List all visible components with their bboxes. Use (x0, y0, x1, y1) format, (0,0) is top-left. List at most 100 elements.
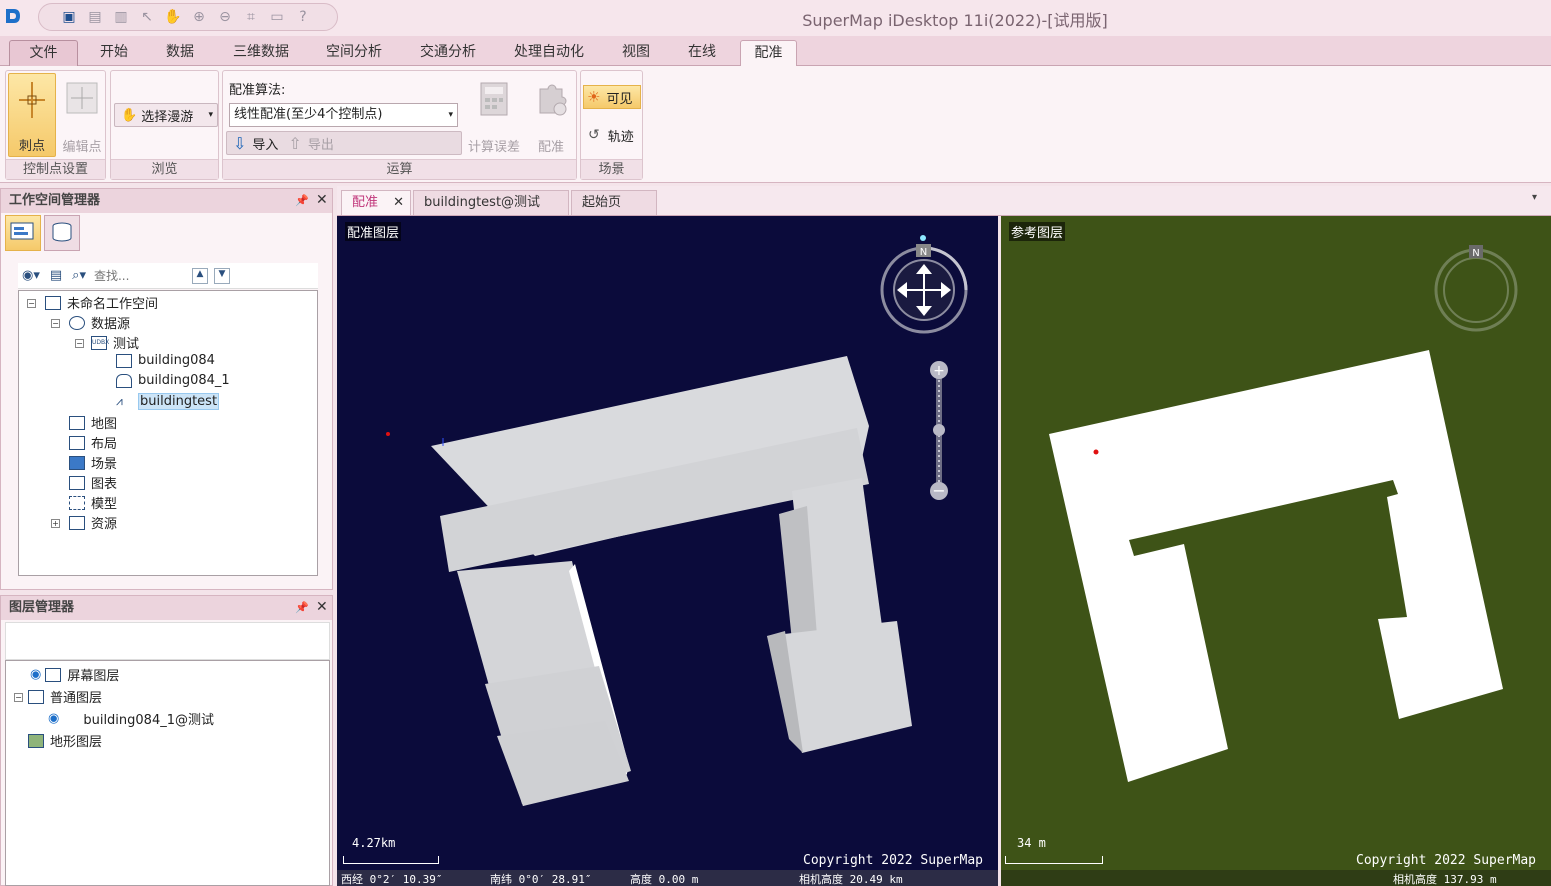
navigation-compass-icon[interactable]: N (877, 234, 977, 334)
tab-registration[interactable]: 配准 (740, 40, 797, 67)
tree-node-maps[interactable]: 地图 (69, 413, 117, 432)
eye-icon[interactable]: ◉ (30, 667, 41, 682)
tree-node-layouts[interactable]: 布局 (69, 433, 117, 452)
chevron-down-icon: ▾ (208, 110, 213, 120)
search-input[interactable] (93, 268, 184, 283)
tree-node-models[interactable]: 模型 (69, 493, 117, 512)
layer-node-building[interactable]: ◉ building084_1@测试 (48, 709, 214, 728)
close-icon[interactable]: ✕ (316, 599, 328, 615)
tab-automation[interactable]: 处理自动化 (502, 40, 596, 66)
full-extent-icon[interactable]: ⌗ (241, 7, 261, 27)
import-button[interactable]: 导入 (252, 134, 278, 153)
open-folder-icon[interactable]: ▭ (267, 7, 287, 27)
tree-node-dataset[interactable]: building084 (116, 353, 215, 368)
eye-icon[interactable]: ◉ (48, 711, 59, 726)
prick-point-button[interactable]: 刺点 (8, 73, 56, 157)
tree-node-datasources[interactable]: 数据源 (69, 313, 130, 332)
expand-resources[interactable]: + (51, 519, 60, 528)
pan-hand-icon[interactable]: ✋ (163, 7, 183, 27)
layer-panel-title: 图层管理器 (1, 596, 332, 620)
reference-scene-view[interactable]: 参考图层 N 34 m Copyright 2022 SuperMap 相机高度… (1001, 216, 1551, 886)
scale-bar (343, 856, 439, 864)
copyright-text: Copyright 2022 SuperMap (1356, 853, 1537, 868)
track-button[interactable]: ↺ 轨迹 (583, 123, 641, 147)
move-down-icon[interactable]: ▼ (213, 267, 230, 284)
zoom-out-icon[interactable]: ⊖ (215, 7, 235, 27)
doc-tab-start-page[interactable]: 起始页 (571, 190, 657, 215)
eye-dropdown-icon[interactable]: ◉▾ (22, 268, 40, 283)
navigation-compass-icon[interactable]: N (1431, 244, 1521, 334)
zoom-slider[interactable]: + − (927, 358, 951, 504)
status-camera-height: 相机高度 137.93 m (1393, 873, 1497, 886)
layer-manager-panel: 图层管理器 📌 ✕ ◉ 屏幕图层 − 普通图层 ◉ building084_1@测试… (0, 595, 333, 886)
collapse-datasources[interactable]: − (51, 319, 60, 328)
move-up-icon[interactable]: ▲ (191, 267, 208, 284)
select-pan-dropdown[interactable]: ✋ 选择漫游 ▾ (114, 103, 218, 127)
save-icon[interactable]: ▣ (59, 7, 79, 27)
workspace-tree: − 未命名工作空间 − 数据源 − UDBX 测试 building084 bui… (18, 290, 318, 576)
resource-view-button[interactable] (44, 215, 80, 251)
doc-tab-registration[interactable]: 配准 ✕ (341, 190, 411, 215)
tab-list-dropdown-icon[interactable]: ▾ (1532, 192, 1537, 203)
edit-point-icon (66, 82, 98, 114)
layer-node-normal[interactable]: 普通图层 (28, 687, 102, 706)
layer-tree: ◉ 屏幕图层 − 普通图层 ◉ building084_1@测试 地形图层 (5, 660, 330, 886)
tree-node-resources[interactable]: 资源 (69, 513, 117, 532)
close-tab-icon[interactable]: ✕ (393, 191, 404, 215)
tree-node-workspace[interactable]: 未命名工作空间 (45, 293, 158, 312)
close-workspace-icon[interactable]: ▥ (111, 7, 131, 27)
ribbon-tab-bar: 文件 开始 数据 三维数据 空间分析 交通分析 处理自动化 视图 在线 配准 (0, 36, 1551, 67)
close-icon[interactable]: ✕ (316, 192, 328, 208)
import-icon[interactable]: ⇩ (233, 134, 246, 153)
scale-text: 34 m (1017, 836, 1046, 850)
pin-icon[interactable]: 📌 (295, 601, 309, 614)
search-icon[interactable]: ⌕▾ (72, 268, 86, 283)
export-icon[interactable]: ⇧ (288, 134, 301, 153)
tree-node-datasource-test[interactable]: UDBX 测试 (91, 333, 139, 352)
visible-toggle[interactable]: ☀ 可见 (583, 85, 641, 109)
export-button[interactable]: 导出 (308, 134, 334, 153)
workspace-view-button[interactable] (5, 215, 41, 251)
workspace-toolbar: ◉▾ ▤ ⌕▾ ▲ ▼ (18, 263, 318, 289)
collapse-normal-layers[interactable]: − (14, 693, 23, 702)
layer-node-terrain[interactable]: 地形图层 (28, 731, 102, 750)
register-button[interactable]: 配准 (527, 73, 575, 157)
app-logo-icon (6, 9, 20, 23)
tree-node-dataset[interactable]: building084_1 (116, 373, 230, 388)
quick-access-toolbar: ▣ ▤ ▥ ↖ ✋ ⊕ ⊖ ⌗ ▭ ? (38, 3, 338, 31)
status-camera-height: 相机高度 20.49 km (799, 873, 903, 886)
help-icon[interactable]: ? (293, 7, 313, 27)
tree-node-charts[interactable]: 图表 (69, 473, 117, 492)
collapse-datasource[interactable]: − (75, 339, 84, 348)
tree-node-dataset-selected[interactable]: ⩘ buildingtest (116, 393, 220, 410)
document-tab-bar: 配准 ✕ buildingtest@测试 起始页 ▾ (337, 186, 1551, 216)
doc-icon[interactable]: ▤ (50, 268, 62, 283)
select-arrow-icon[interactable]: ↖ (137, 7, 157, 27)
group-label-compute: 运算 (223, 159, 576, 179)
datasources-icon (69, 315, 85, 330)
tab-3d-data[interactable]: 三维数据 (222, 40, 300, 66)
edit-point-button[interactable]: 编辑点 (58, 73, 106, 157)
workspace-icon (45, 295, 61, 310)
layer-node-screen[interactable]: ◉ 屏幕图层 (30, 665, 119, 684)
tab-view[interactable]: 视图 (610, 40, 662, 66)
layer-toolbar-area (5, 622, 330, 660)
tab-data[interactable]: 数据 (154, 40, 206, 66)
registration-scene-view[interactable]: 配准图层 N + − 4.27km Copyright 2022 SuperMa… (337, 216, 998, 886)
tab-online[interactable]: 在线 (676, 40, 728, 66)
collapse-root[interactable]: − (27, 299, 36, 308)
save-as-icon[interactable]: ▤ (85, 7, 105, 27)
calc-error-button[interactable]: 计算误差 (465, 73, 523, 157)
tree-node-scenes[interactable]: 场景 (69, 453, 117, 472)
pin-icon[interactable]: 📌 (295, 194, 309, 207)
tab-file[interactable]: 文件 (9, 40, 78, 66)
tab-spatial-analysis[interactable]: 空间分析 (314, 40, 394, 66)
tab-start[interactable]: 开始 (88, 40, 140, 66)
group-label-browse: 浏览 (111, 159, 218, 179)
zoom-in-icon[interactable]: ⊕ (189, 7, 209, 27)
doc-tab-buildingtest[interactable]: buildingtest@测试 (413, 190, 569, 215)
algorithm-select[interactable]: 线性配准(至少4个控制点) ▾ (229, 103, 458, 127)
crosshair-icon (19, 82, 45, 118)
group-label-control-points: 控制点设置 (6, 159, 105, 179)
tab-traffic-analysis[interactable]: 交通分析 (408, 40, 488, 66)
